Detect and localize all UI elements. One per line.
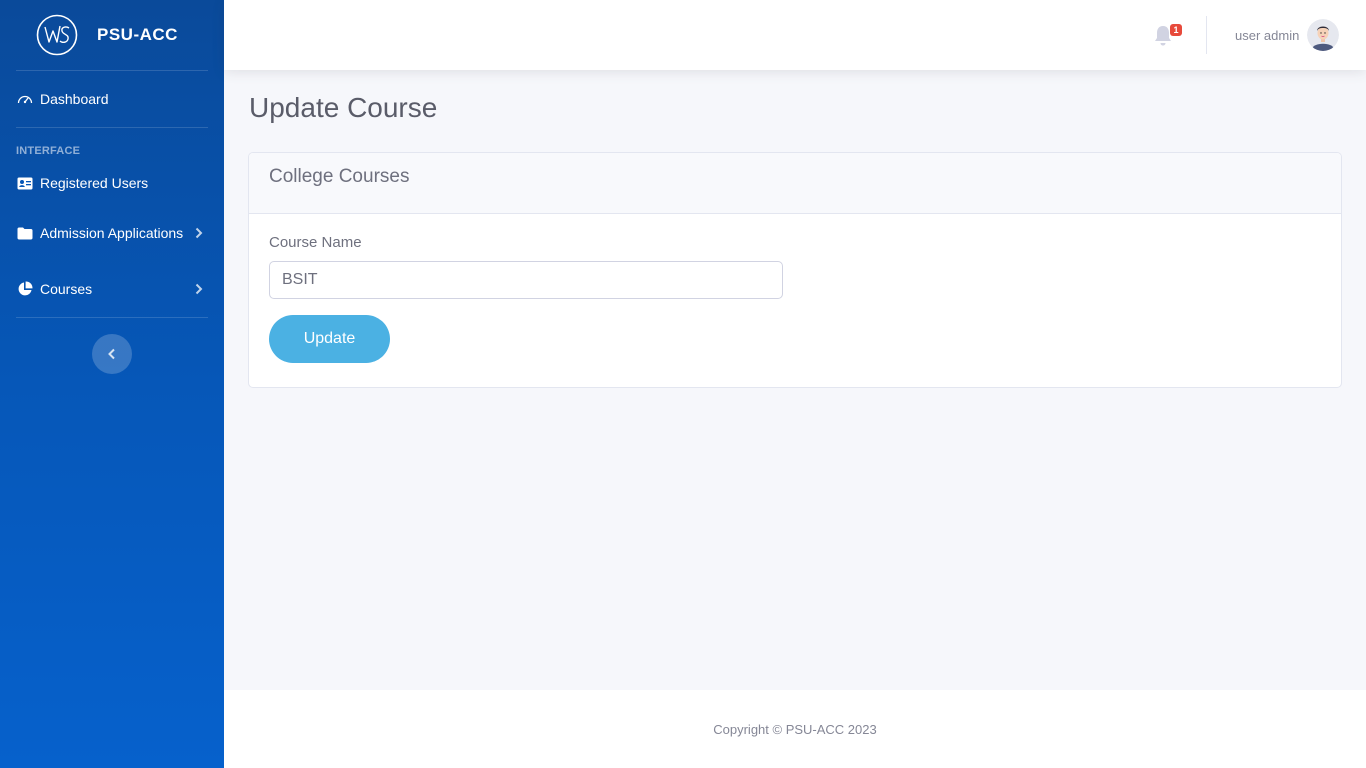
topbar-divider — [1206, 16, 1207, 54]
course-name-label: Course Name — [269, 234, 362, 251]
sidebar-toggle-button[interactable] — [92, 334, 132, 374]
sidebar-item-label: Registered Users — [40, 175, 149, 191]
page-title: Update Course — [249, 92, 438, 123]
sidebar-item-admission-applications[interactable]: Admission Applications — [0, 205, 224, 261]
card-body: Course Name Update — [249, 214, 1341, 383]
course-card: College Courses Course Name Update — [248, 152, 1342, 388]
course-name-input[interactable] — [269, 261, 783, 299]
sidebar-toggle-wrap — [0, 318, 224, 374]
sidebar-item-label: Courses — [40, 281, 93, 297]
gauge-icon — [16, 91, 33, 108]
notification-badge: 1 — [1170, 24, 1182, 36]
sidebar: PSU-ACC Dashboard INTERFACE Registered U… — [0, 0, 224, 768]
sidebar-brand[interactable]: PSU-ACC — [0, 0, 224, 70]
topbar: 1 user admin — [224, 0, 1366, 70]
sidebar-item-dashboard[interactable]: Dashboard — [0, 71, 224, 127]
footer: Copyright © PSU-ACC 2023 — [224, 690, 1366, 768]
id-card-icon — [16, 175, 33, 192]
card-title: College Courses — [249, 153, 1341, 214]
user-menu[interactable]: user admin — [1224, 19, 1340, 51]
chevron-right-icon — [195, 227, 203, 239]
chevron-left-icon — [108, 348, 115, 360]
sidebar-item-registered-users[interactable]: Registered Users — [0, 161, 224, 205]
update-button[interactable]: Update — [269, 315, 390, 363]
sidebar-section-heading: INTERFACE — [16, 145, 81, 157]
user-name: user admin — [1235, 27, 1300, 43]
pie-chart-icon — [16, 281, 33, 298]
copyright-text: Copyright © PSU-ACC 2023 — [713, 721, 877, 737]
user-avatar-icon — [1307, 19, 1340, 51]
folder-icon — [16, 225, 33, 242]
avatar — [1307, 19, 1340, 51]
brand-name: PSU-ACC — [97, 25, 178, 44]
sidebar-item-label: Dashboard — [40, 91, 109, 107]
brand-logo — [36, 14, 78, 56]
sidebar-item-label: Admission Applications — [40, 225, 184, 241]
chevron-right-icon — [195, 283, 203, 295]
sidebar-item-courses[interactable]: Courses — [0, 261, 224, 317]
